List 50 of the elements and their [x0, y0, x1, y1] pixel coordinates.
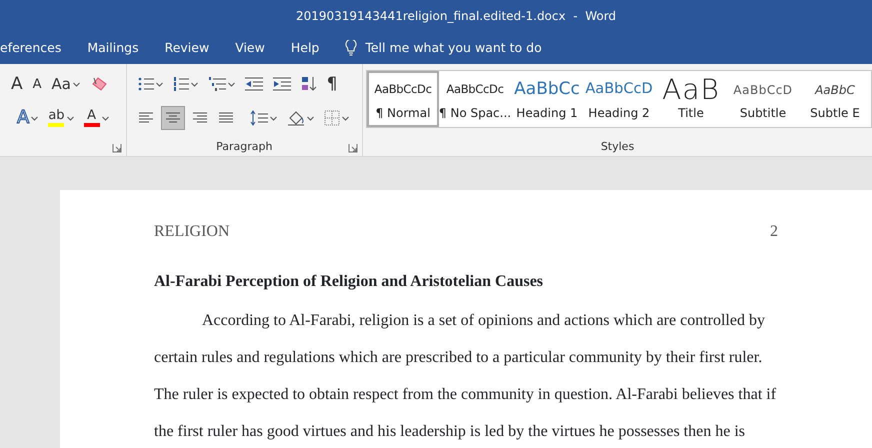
dialog-launcher-button[interactable]: [112, 143, 122, 153]
ribbon-tab[interactable]: Help: [278, 38, 332, 58]
numbered-list-icon: [172, 76, 189, 92]
page-number: 2: [770, 222, 778, 242]
group-label: Styles: [600, 140, 634, 152]
lightbulb-icon: [345, 40, 358, 56]
caret-icon: [190, 82, 198, 86]
multilevel-list-icon: [208, 76, 226, 92]
group-label: Paragraph: [216, 140, 272, 152]
sort-icon: [300, 76, 317, 92]
header-text: RELIGION: [154, 222, 230, 242]
caret-icon: [102, 116, 109, 120]
ribbon-tab[interactable]: eferences: [0, 38, 74, 58]
caret-icon: [156, 82, 163, 86]
shrink-font-button[interactable]: A: [30, 72, 45, 96]
caret-icon: [342, 116, 349, 120]
decrease-indent-icon: [244, 76, 263, 92]
style-item[interactable]: AaB Title: [655, 71, 727, 127]
caret-icon: [31, 116, 38, 120]
ribbon-tab[interactable]: Mailings: [74, 38, 152, 58]
paint-bucket-icon: [286, 110, 305, 126]
caret-icon: [270, 116, 277, 120]
dialog-launcher-button[interactable]: [348, 143, 358, 153]
ribbon-tab[interactable]: View: [222, 38, 278, 58]
caret-icon: [66, 116, 74, 120]
document-heading: Al-Farabi Perception of Religion and Aristotelian Causes: [154, 272, 544, 292]
grow-font-button[interactable]: A: [8, 72, 26, 96]
caret-icon: [306, 116, 314, 120]
caret-icon: [73, 82, 80, 86]
window-title: 20190319143441religion_final.edited-1.docx - Word: [296, 8, 616, 25]
font-color-button[interactable]: A: [80, 106, 112, 130]
center-button[interactable]: [160, 106, 185, 130]
borders-icon: [324, 110, 340, 126]
change-case-button[interactable]: Aa: [48, 72, 83, 96]
highlight-button[interactable]: ab: [45, 106, 77, 130]
ribbon-tab[interactable]: Review: [152, 38, 222, 58]
body-paragraph: According to Al-Farabi, religion is a set of opinions and actions which are controlled by certain rules and regulations which are prescribed to a particular community by their first ruler. The ruler is expected to obtain respect from the community in question. Al-Farabi believes that if the first ruler has good virtues and his leadership is led by the virtues he possesses then he is: [154, 311, 778, 442]
style-item[interactable]: AaBbCcDc ¶ Normal: [367, 71, 439, 127]
bulleted-list-icon: [138, 76, 154, 92]
line-spacing-icon: [250, 110, 268, 126]
style-item[interactable]: AaBbC Subtle E: [799, 71, 871, 127]
style-item[interactable]: AaBbCcDc ¶ No Spac...: [439, 71, 511, 127]
eraser-icon: [90, 76, 108, 92]
increase-indent-icon: [272, 76, 291, 92]
caret-icon: [228, 82, 235, 86]
style-item[interactable]: AaBbCcD Subtitle: [727, 71, 799, 127]
show-marks-button[interactable]: ¶: [324, 72, 340, 96]
tell-me-search[interactable]: Tell me what you want to do: [332, 38, 555, 58]
style-item[interactable]: AaBbCcD Heading 2: [583, 71, 655, 127]
style-item[interactable]: AaBbCc Heading 1: [511, 71, 583, 127]
